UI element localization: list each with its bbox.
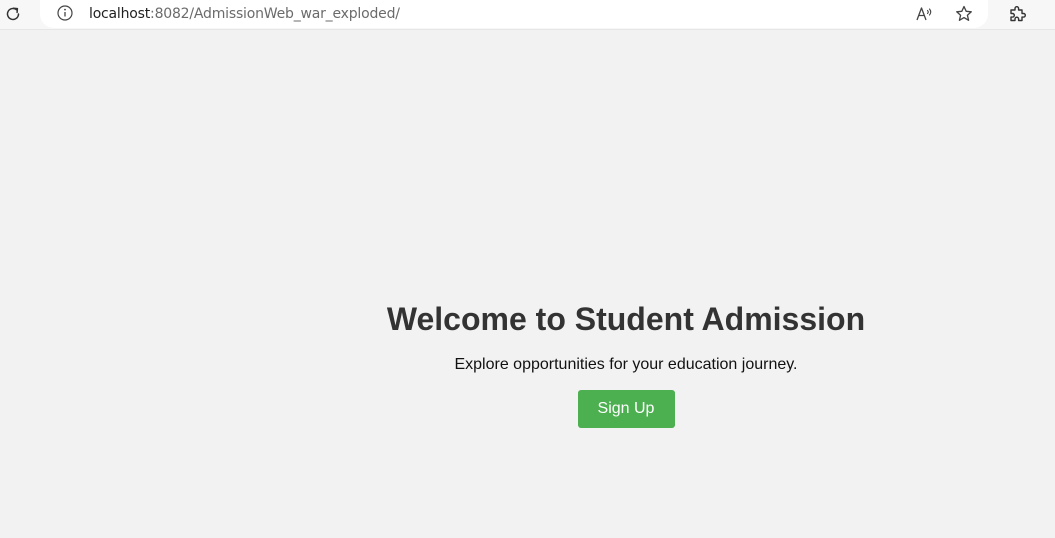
info-icon[interactable] (56, 4, 74, 22)
address-bar[interactable]: localhost:8082/AdmissionWeb_war_exploded… (40, 0, 988, 28)
url-path: :8082/AdmissionWeb_war_exploded/ (150, 6, 400, 22)
url-host: localhost (89, 6, 151, 22)
browser-toolbar: localhost:8082/AdmissionWeb_war_exploded… (0, 0, 1055, 30)
sign-up-button[interactable]: Sign Up (577, 390, 675, 428)
page-title: Welcome to Student Admission (386, 301, 866, 337)
reload-icon[interactable] (2, 3, 24, 25)
url-text[interactable]: localhost:8082/AdmissionWeb_war_exploded… (89, 6, 400, 22)
read-aloud-icon[interactable] (913, 3, 935, 25)
page-content: Welcome to Student Admission Explore opp… (0, 31, 1055, 538)
extensions-icon[interactable] (1006, 3, 1028, 25)
star-icon[interactable] (953, 3, 975, 25)
page-subtitle: Explore opportunities for your education… (454, 356, 798, 373)
hero-section: Welcome to Student Admission Explore opp… (360, 297, 892, 428)
